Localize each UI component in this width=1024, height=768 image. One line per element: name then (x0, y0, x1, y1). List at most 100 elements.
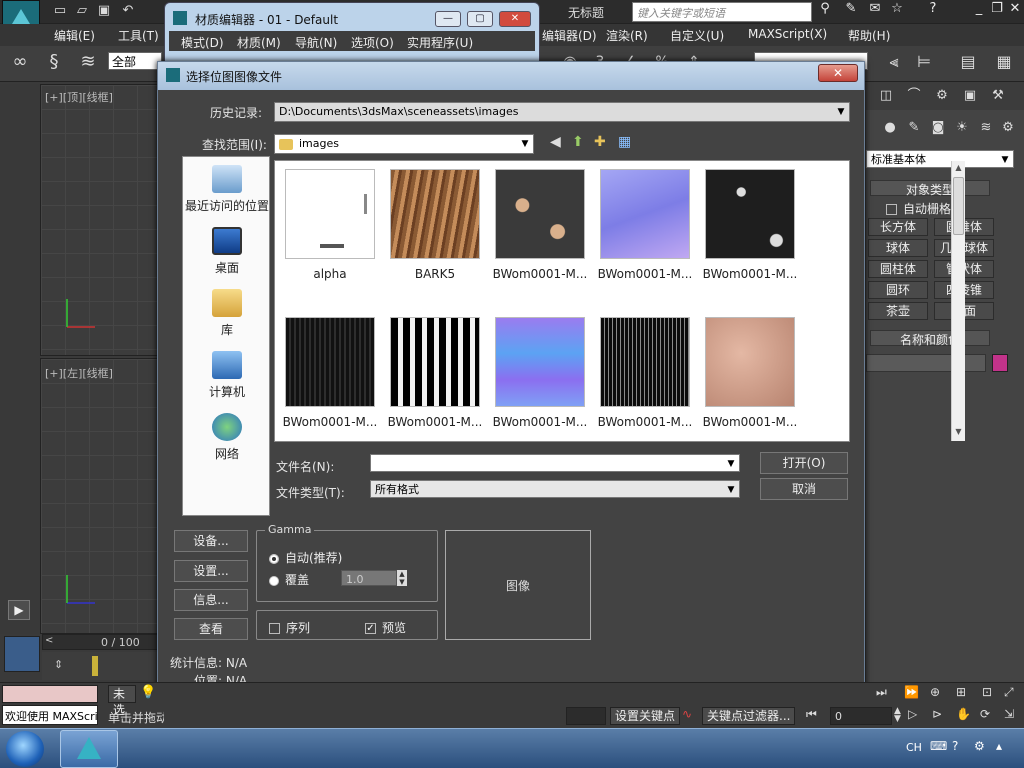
gamma-auto-radio[interactable]: 自动(推荐) (269, 549, 342, 566)
minimize-icon[interactable]: _ (970, 1, 988, 21)
file-list-scrollbar[interactable]: ▲ ▼ (951, 161, 965, 441)
cameras-icon[interactable]: ◙ (930, 120, 946, 136)
gamma-override-radio[interactable]: 覆盖 (269, 571, 309, 588)
place-recent[interactable]: 最近访问的位置 (183, 165, 271, 214)
binoculars-icon[interactable]: ⚲ (816, 1, 834, 21)
maximize-icon[interactable]: ▢ (467, 11, 493, 27)
start-button[interactable] (6, 731, 44, 767)
thumbnail-bwom-hair-normal[interactable] (495, 317, 585, 407)
frame-spinner[interactable]: ▲ ▼ (894, 707, 901, 724)
menu-tools[interactable]: 工具(T) (118, 27, 159, 44)
language-indicator[interactable]: CH (906, 741, 922, 754)
file-label-bwom-2[interactable]: BWom0001-M... (590, 267, 700, 281)
new-folder-icon[interactable]: ✚ (594, 134, 606, 150)
category-dropdown[interactable]: 标准基本体 ▼ (866, 150, 1014, 168)
back-icon[interactable]: ◀ (550, 134, 561, 150)
community-icon[interactable]: ✉ (866, 1, 884, 21)
settings-button[interactable]: 设置... (174, 560, 248, 582)
current-frame-input[interactable]: 0 (830, 707, 892, 725)
thumbnail-bwom-diffuse-1[interactable] (495, 169, 585, 259)
menu-render[interactable]: 渲染(R) (606, 27, 648, 44)
next-frame-icon[interactable]: ⏭ (876, 685, 887, 700)
go-to-start-icon[interactable]: ⏮ (806, 707, 817, 722)
layer-icon[interactable]: ▤ (960, 54, 976, 70)
object-button-sphere[interactable]: 球体 (868, 239, 928, 257)
viewport-top[interactable]: [+][顶][线框] (40, 84, 164, 356)
mat-menu-utilities[interactable]: 实用程序(U) (407, 34, 473, 51)
thumbnail-bwom-spec-1[interactable] (705, 169, 795, 259)
file-label-bwom-4[interactable]: BWom0001-M... (275, 415, 385, 429)
close-icon[interactable]: ✕ (1006, 1, 1024, 21)
go-to-end-icon[interactable]: ⏩ (904, 685, 919, 699)
thumbnail-bwom-normal-1[interactable] (600, 169, 690, 259)
unlink-icon[interactable]: § (46, 53, 62, 71)
zoom-region-icon[interactable]: ⊳ (932, 707, 942, 721)
zoom-extents-icon[interactable]: ⊡ (982, 685, 992, 699)
object-button-box[interactable]: 长方体 (868, 218, 928, 236)
viewport-top-label[interactable]: [+][顶][线框] (45, 89, 113, 105)
save-icon[interactable]: ▣ (96, 3, 112, 19)
file-label-bwom-1[interactable]: BWom0001-M... (485, 267, 595, 281)
file-list[interactable]: alpha BARK5 BWom0001-M... BWom0001-M... … (274, 160, 965, 442)
set-key-button[interactable]: 设置关键点 (610, 707, 681, 725)
lightbulb-icon[interactable]: 💡 (140, 685, 156, 700)
modify-tab-icon[interactable]: ⌒ (906, 88, 922, 104)
scroll-thumb[interactable] (953, 177, 964, 235)
gamma-value-input[interactable]: 1.0 (341, 570, 397, 586)
viewport-layout-icon[interactable] (4, 636, 40, 672)
minimize-icon[interactable]: — (435, 11, 461, 27)
tools-icon[interactable]: ✎ (842, 1, 860, 21)
zoom-icon[interactable]: ⊕ (930, 685, 940, 699)
dialog-close-icon[interactable]: ✕ (818, 64, 858, 82)
shapes-icon[interactable]: ✎ (906, 120, 922, 136)
hierarchy-tab-icon[interactable]: ⚙ (934, 88, 950, 104)
lookin-dropdown[interactable]: images ▼ (274, 134, 534, 154)
align-icon[interactable]: ⊨ (916, 54, 932, 70)
mat-menu-material[interactable]: 材质(M) (237, 34, 281, 51)
display-tab-icon[interactable]: ▣ (962, 88, 978, 104)
menu-edit[interactable]: 编辑(E) (54, 27, 95, 44)
key-field[interactable] (566, 707, 606, 725)
pan-icon[interactable]: ✋ (956, 707, 971, 721)
spacewarps-icon[interactable]: ≋ (978, 120, 994, 136)
file-label-bwom-6[interactable]: BWom0001-M... (485, 415, 595, 429)
timeline-left-arrow[interactable]: < (45, 635, 53, 646)
preview-checkbox[interactable]: ✓ 预览 (365, 619, 406, 636)
new-file-icon[interactable]: ▭ (52, 3, 68, 19)
close-icon[interactable]: ✕ (499, 11, 531, 27)
info-button[interactable]: 信息... (174, 589, 248, 611)
curve-editor-icon[interactable]: ⇕ (54, 658, 63, 671)
open-file-icon[interactable]: ▱ (74, 3, 90, 19)
scroll-down-icon[interactable]: ▼ (953, 427, 964, 437)
filetype-dropdown[interactable]: 所有格式 ▼ (370, 480, 740, 498)
orbit-icon[interactable]: ⟳ (980, 707, 990, 721)
cancel-button[interactable]: 取消 (760, 478, 848, 500)
help-icon[interactable]: ? (924, 1, 942, 21)
open-button[interactable]: 打开(O) (760, 452, 848, 474)
geometry-icon[interactable]: ● (882, 120, 898, 136)
thumbnail-bwom-hair-1[interactable] (285, 317, 375, 407)
thumbnail-alpha[interactable] (285, 169, 375, 259)
help-icon[interactable]: ? (952, 739, 958, 753)
bind-spacewarp-icon[interactable]: ≋ (80, 53, 96, 71)
view-button[interactable]: 查看 (174, 618, 248, 640)
file-label-bark5[interactable]: BARK5 (380, 267, 490, 281)
mat-menu-navigation[interactable]: 导航(N) (295, 34, 337, 51)
setup-button[interactable]: 设备... (174, 530, 248, 552)
gamma-spinner[interactable]: ▲ ▼ (397, 570, 407, 586)
file-label-bwom-3[interactable]: BWom0001-M... (695, 267, 805, 281)
menu-customize[interactable]: 自定义(U) (670, 27, 724, 44)
graphite-icon[interactable]: ▦ (996, 54, 1012, 70)
object-button-teapot[interactable]: 茶壶 (868, 302, 928, 320)
undo-icon[interactable]: ↶ (120, 3, 136, 19)
tray-icon[interactable]: ▴ (996, 739, 1002, 753)
thumbnail-bwom-hair-alpha[interactable] (390, 317, 480, 407)
min-max-toggle-icon[interactable]: ⇲ (1004, 707, 1014, 721)
file-label-bwom-8[interactable]: BWom0001-M... (695, 415, 805, 429)
object-color-swatch[interactable] (992, 354, 1008, 372)
time-slider-handle[interactable] (92, 656, 98, 676)
object-button-torus[interactable]: 圆环 (868, 281, 928, 299)
maxscript-listener[interactable] (2, 685, 98, 703)
trackbar[interactable]: ⇕ (42, 652, 164, 680)
timeline-slider[interactable]: < 0 / 100 (42, 634, 164, 650)
